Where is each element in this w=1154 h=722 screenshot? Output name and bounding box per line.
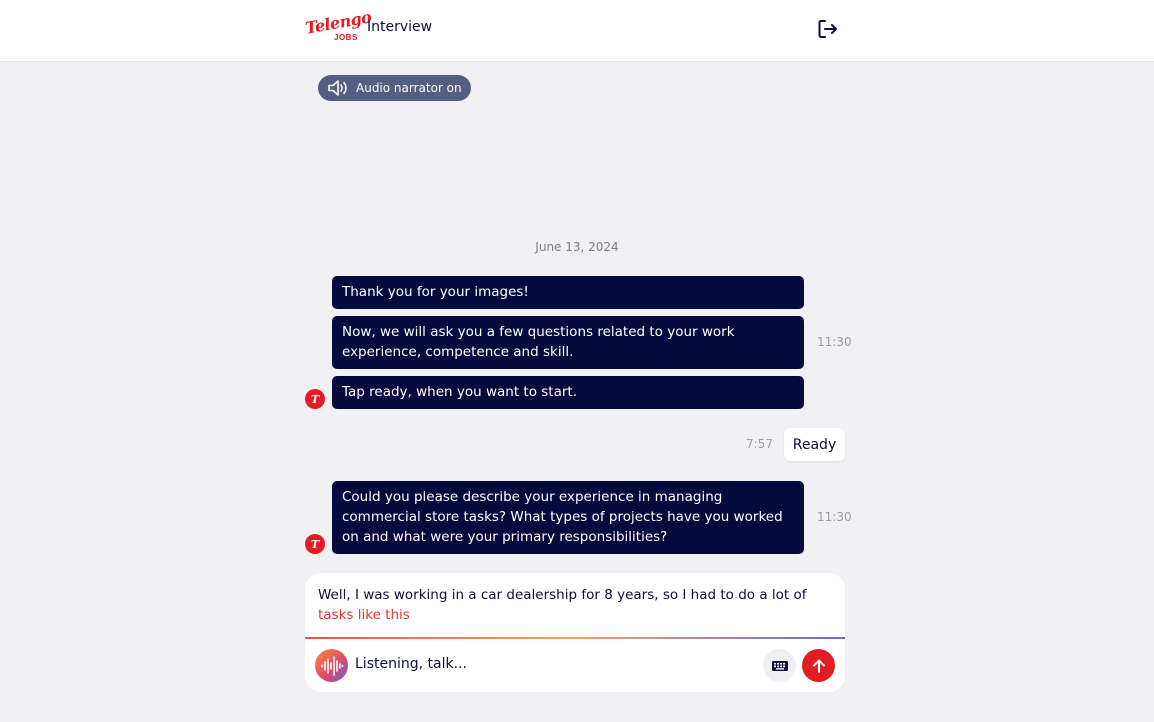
transcript-interim: tasks like this [318,607,410,623]
transcript-final: Well, I was working in a car dealership … [318,587,807,603]
listening-status: Listening, talk... [355,656,467,672]
listening-progress-line [305,637,845,639]
logout-button[interactable] [815,16,841,42]
arrow-up-icon [812,659,825,673]
send-button[interactable] [802,649,835,682]
voice-composer: Well, I was working in a car dealership … [305,573,845,692]
audio-narrator-label: Audio narrator on [356,81,462,95]
message-timestamp: 7:57 [746,437,773,451]
logout-icon [818,20,837,38]
audio-narrator-toggle[interactable]: Audio narrator on [318,75,471,101]
keyboard-toggle-button[interactable] [763,649,796,682]
user-message: Ready [784,428,845,461]
bot-avatar: T [305,389,325,409]
bot-message: Thank you for your images! [332,276,804,309]
transcript-text[interactable]: Well, I was working in a car dealership … [318,585,818,625]
telengo-jobs-logo: Telengo JOBS [303,7,373,42]
microphone-button[interactable] [315,649,348,682]
bot-message: Tap ready, when you want to start. [332,376,804,409]
speaker-icon [328,80,347,96]
page-title: Interview [367,19,433,35]
message-timestamp: 11:30 [817,510,852,524]
soundwave-icon [320,655,343,676]
bot-message: Could you please describe your experienc… [332,481,804,554]
bot-message: Now, we will ask you a few questions rel… [332,316,804,369]
message-timestamp: 11:30 [817,335,852,349]
app-header: Telengo JOBS Interview [0,0,1154,62]
keyboard-icon [771,660,788,671]
bot-avatar: T [305,534,325,554]
chat-date-separator: June 13, 2024 [535,240,619,254]
